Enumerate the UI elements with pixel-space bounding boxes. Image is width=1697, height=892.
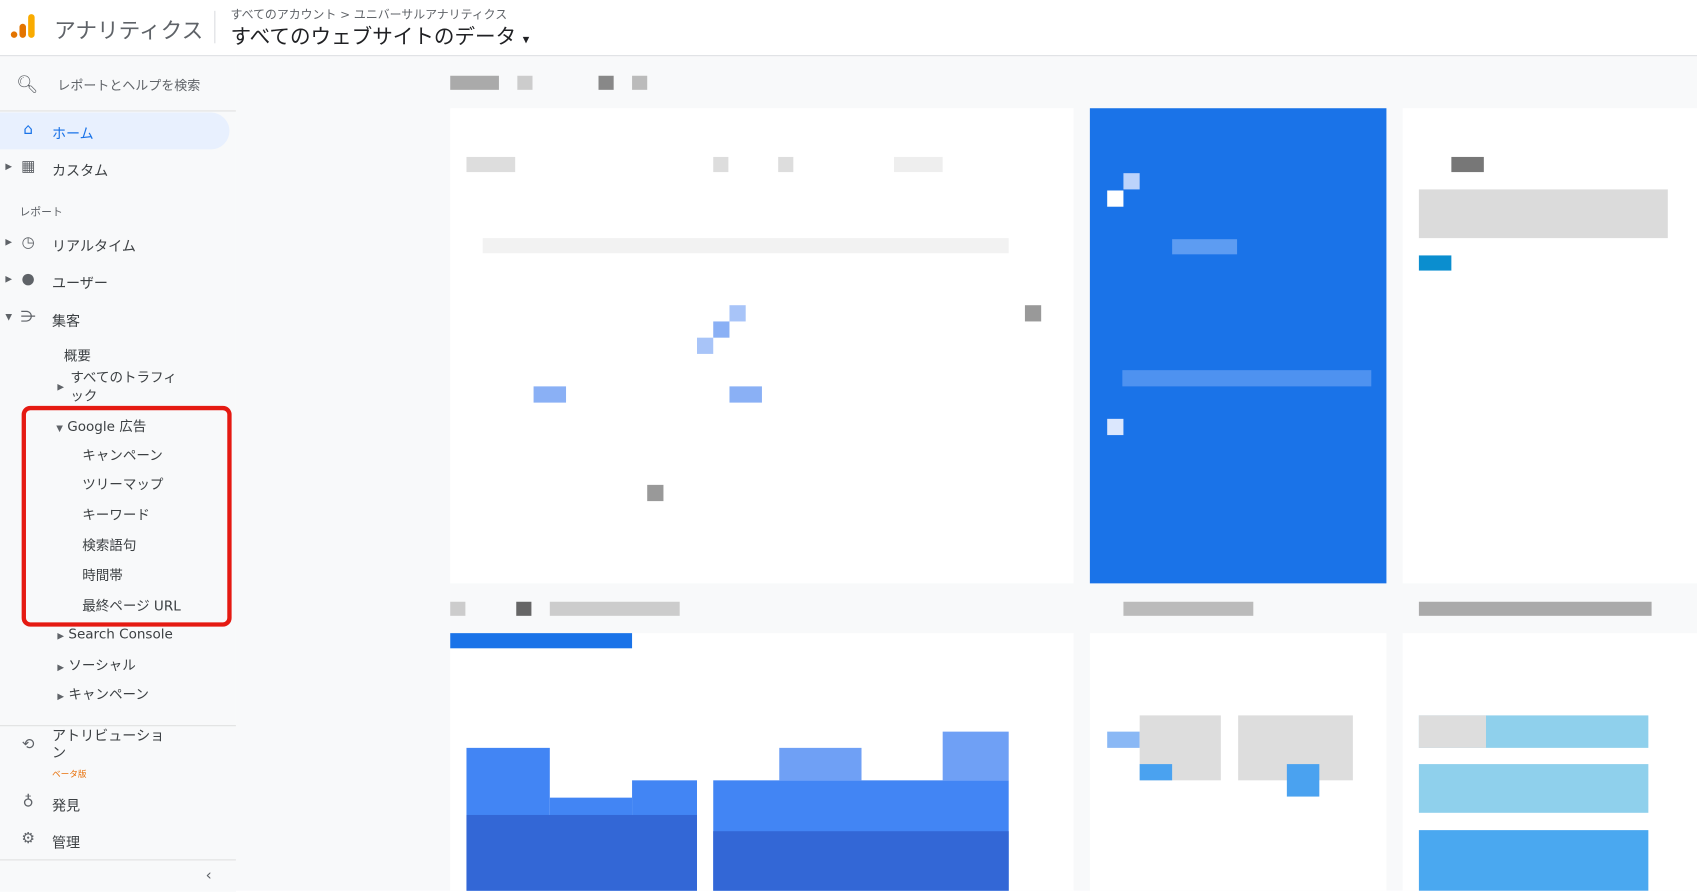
collapse-sidebar-button[interactable]: ‹	[0, 859, 236, 891]
label: すべてのトラフィック	[70, 369, 177, 404]
label: ソーシャル	[68, 656, 136, 674]
person-icon: ●	[21, 270, 35, 288]
sidebar-item-acquisition[interactable]: ▼ ⋺ 集客	[0, 300, 229, 337]
property-name: すべてのウェブサイトのデータ	[230, 24, 517, 49]
nav-overview[interactable]: 概要	[64, 344, 91, 365]
search-input[interactable]: レポートとヘルプを検索	[57, 76, 200, 94]
expand-icon: ▶	[5, 161, 13, 172]
analytics-logo[interactable]	[10, 13, 36, 39]
label: カスタム	[51, 163, 109, 180]
label: キャンペーン	[68, 686, 149, 703]
sidebar-item-behavior[interactable]: ▭行動	[0, 712, 229, 725]
expand-icon: ▶	[57, 662, 65, 673]
caret-down-icon: ▾	[522, 31, 530, 47]
expand-icon: ▶	[5, 237, 13, 247]
expand-icon: ▶	[57, 382, 65, 392]
label: Search Console	[68, 625, 173, 642]
acquisition-icon: ⋺	[20, 308, 36, 326]
sidebar-item-admin[interactable]: ⚙ 管理	[0, 821, 229, 858]
nav-all-traffic[interactable]: ▶ すべてのトラフィック	[57, 368, 187, 405]
section-label: レポート	[19, 206, 63, 219]
label: 発見	[51, 798, 81, 815]
card-map	[1089, 633, 1387, 891]
sidebar-item-attribution[interactable]: ⟲ アトリビューション	[0, 727, 229, 775]
app-name: アナリティクス	[54, 17, 204, 44]
card-users-chart	[450, 633, 1074, 891]
lightbulb-icon: ♁	[22, 793, 34, 811]
label: アトリビューション	[51, 728, 165, 762]
top-header: アナリティクス すべてのアカウント > ユニバーサルアナリティクス すべてのウェ…	[0, 0, 1697, 57]
nav-social[interactable]: ▶ ソーシャル	[57, 654, 135, 675]
gear-icon: ⚙	[21, 830, 35, 848]
label: リアルタイム	[51, 239, 136, 256]
label: ユーザー	[51, 275, 108, 293]
sidebar-item-audience[interactable]: ▶ ● ユーザー	[0, 262, 229, 299]
collapse-icon: ▼	[5, 311, 13, 322]
expand-icon: ▶	[57, 630, 65, 641]
card-realtime	[1089, 108, 1387, 584]
card-table	[1402, 633, 1697, 891]
nav-search-console[interactable]: ▶ Search Console	[57, 626, 172, 642]
sidebar: 🔍︎ レポートとヘルプを検索 ⌂ ホーム ▶ ▦ カスタム レポート ▶ ◷ リアルタイム …	[0, 56, 236, 892]
beta-badge: ベータ版	[51, 769, 87, 780]
expand-icon: ▶	[57, 691, 65, 702]
sidebar-item-home[interactable]: ⌂ ホーム	[0, 112, 230, 150]
main-content-blurred	[235, 56, 1697, 891]
search-bar[interactable]: 🔍︎ レポートとヘルプを検索	[0, 56, 236, 112]
label: ホーム	[51, 126, 94, 143]
search-icon: 🔍︎	[16, 73, 39, 95]
card-trends	[1402, 108, 1697, 584]
expand-icon: ▶	[5, 273, 13, 284]
dashboard-icon: ▦	[20, 158, 36, 176]
home-icon: ⌂	[23, 121, 33, 139]
property-selector[interactable]: すべてのウェブサイトのデータ ▾	[231, 21, 530, 50]
highlight-box	[21, 405, 232, 627]
clock-icon: ◷	[21, 233, 35, 252]
chevron-left-icon: ‹	[205, 866, 212, 885]
attribution-icon: ⟲	[21, 735, 35, 754]
label: 管理	[51, 835, 81, 852]
sidebar-item-realtime[interactable]: ▶ ◷ リアルタイム	[0, 225, 229, 262]
card-overview	[450, 108, 1074, 584]
label: 集客	[51, 313, 81, 331]
divider	[214, 10, 216, 44]
sidebar-item-discover[interactable]: ♁ 発見	[0, 785, 229, 822]
nav-campaigns[interactable]: ▶ キャンペーン	[57, 683, 149, 704]
sidebar-item-custom[interactable]: ▶ ▦ カスタム	[0, 149, 229, 186]
